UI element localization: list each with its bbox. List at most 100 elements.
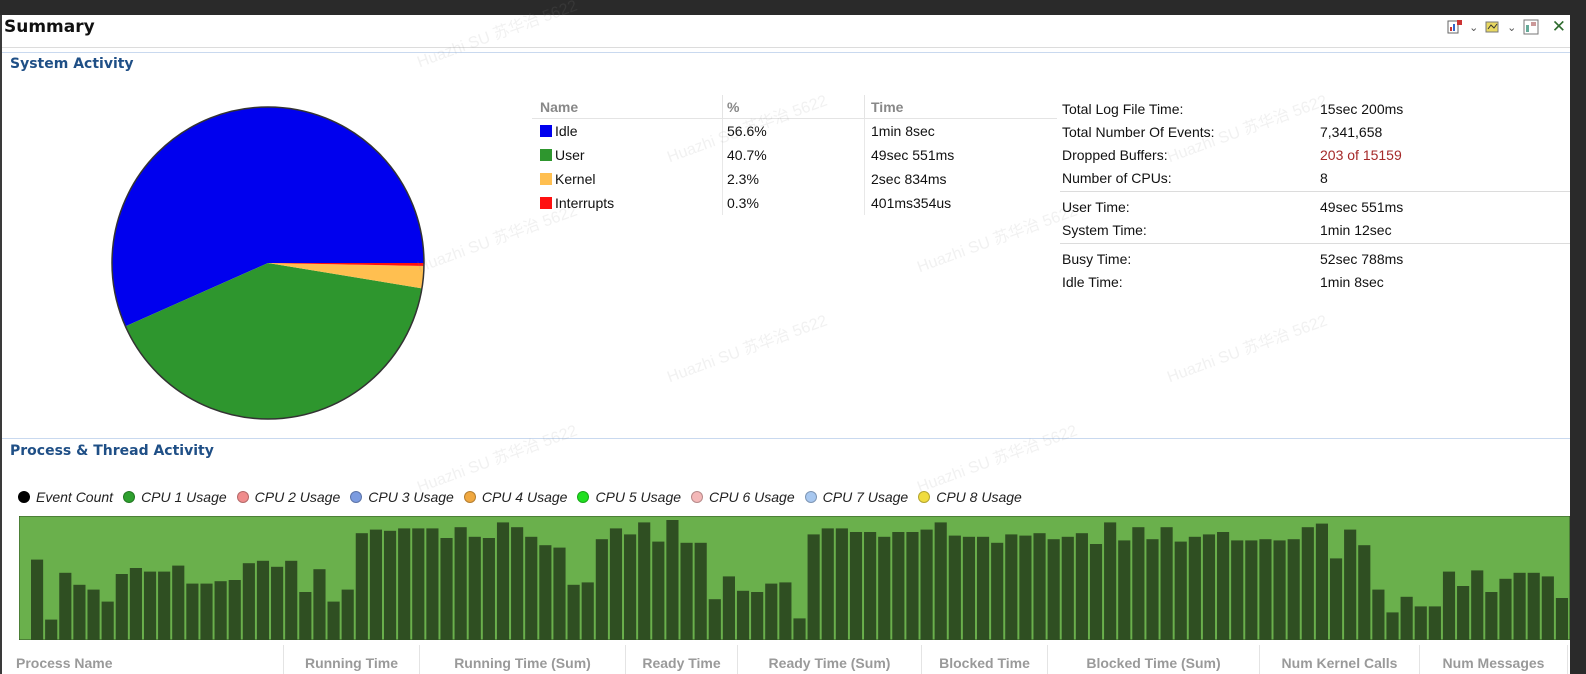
activity-bar[interactable] bbox=[1301, 527, 1314, 640]
series-legend-item[interactable]: CPU 6 Usage bbox=[691, 489, 795, 505]
activity-row[interactable]: Kernel 2.3% 2sec 834ms bbox=[532, 167, 1057, 191]
series-legend-item[interactable]: CPU 5 Usage bbox=[577, 489, 681, 505]
activity-bar[interactable] bbox=[1414, 606, 1427, 640]
activity-bar[interactable] bbox=[595, 539, 608, 640]
activity-bar[interactable] bbox=[172, 565, 185, 640]
activity-bar[interactable] bbox=[1019, 535, 1032, 640]
chart-options-icon[interactable] bbox=[1484, 18, 1502, 36]
activity-bar[interactable] bbox=[1428, 606, 1441, 640]
activity-bar[interactable] bbox=[751, 592, 764, 640]
activity-bar[interactable] bbox=[878, 536, 891, 640]
activity-bar[interactable] bbox=[920, 529, 933, 640]
activity-bar[interactable] bbox=[765, 583, 778, 640]
layout-icon[interactable] bbox=[1522, 18, 1540, 36]
activity-bar[interactable] bbox=[962, 536, 976, 640]
close-icon[interactable]: ✕ bbox=[1552, 17, 1566, 37]
activity-bar[interactable] bbox=[1485, 592, 1498, 640]
header-name[interactable]: Name bbox=[532, 99, 722, 115]
activity-bar[interactable] bbox=[115, 574, 128, 640]
activity-bar[interactable] bbox=[807, 534, 820, 640]
activity-bar[interactable] bbox=[1174, 541, 1187, 640]
series-legend-item[interactable]: Event Count bbox=[18, 489, 113, 505]
chart-options-dropdown-icon[interactable]: ⌄ bbox=[1506, 21, 1518, 34]
activity-bar[interactable] bbox=[186, 583, 199, 640]
activity-bar[interactable] bbox=[1513, 572, 1526, 640]
activity-bar[interactable] bbox=[31, 559, 44, 640]
activity-bar[interactable] bbox=[906, 532, 919, 640]
activity-bar[interactable] bbox=[609, 528, 623, 640]
activity-bar[interactable] bbox=[581, 582, 594, 640]
grid-column-header[interactable]: Process Name bbox=[2, 645, 284, 674]
activity-bar[interactable] bbox=[1217, 532, 1230, 640]
activity-bar[interactable] bbox=[482, 538, 495, 640]
activity-bar[interactable] bbox=[1245, 540, 1258, 640]
series-legend-item[interactable]: CPU 4 Usage bbox=[463, 489, 567, 505]
activity-bar[interactable] bbox=[228, 580, 241, 640]
activity-bar[interactable] bbox=[1442, 571, 1456, 640]
activity-bar[interactable] bbox=[1315, 523, 1328, 640]
grid-column-header[interactable]: Num Kernel Calls bbox=[1260, 645, 1420, 674]
grid-column-header[interactable]: Ready Time bbox=[626, 645, 738, 674]
activity-bar[interactable] bbox=[101, 601, 114, 640]
activity-bar[interactable] bbox=[1273, 540, 1286, 640]
activity-bar[interactable] bbox=[652, 541, 665, 640]
activity-bar[interactable] bbox=[1259, 539, 1272, 640]
activity-bar[interactable] bbox=[1499, 578, 1512, 640]
activity-bar[interactable] bbox=[638, 522, 651, 640]
series-legend-item[interactable]: CPU 3 Usage bbox=[350, 489, 454, 505]
activity-bar[interactable] bbox=[722, 576, 735, 640]
activity-bar[interactable] bbox=[1471, 570, 1484, 640]
activity-bar[interactable] bbox=[440, 538, 453, 640]
activity-bar[interactable] bbox=[511, 527, 524, 640]
activity-bar[interactable] bbox=[1118, 540, 1131, 640]
chart-export-icon[interactable] bbox=[1446, 18, 1464, 36]
activity-bar[interactable] bbox=[1358, 545, 1371, 640]
activity-bar[interactable] bbox=[313, 569, 326, 640]
activity-bar[interactable] bbox=[73, 584, 86, 640]
activity-bar[interactable] bbox=[1104, 522, 1117, 640]
activity-bar[interactable] bbox=[327, 601, 340, 640]
activity-bar[interactable] bbox=[1329, 558, 1343, 640]
activity-bar[interactable] bbox=[849, 532, 863, 640]
activity-bar[interactable] bbox=[45, 619, 58, 640]
header-pct[interactable]: % bbox=[722, 95, 864, 118]
activity-bar[interactable] bbox=[1344, 529, 1357, 640]
activity-bar[interactable] bbox=[991, 542, 1004, 640]
activity-bar[interactable] bbox=[666, 520, 679, 640]
activity-bar[interactable] bbox=[821, 528, 834, 640]
activity-bar[interactable] bbox=[398, 528, 411, 640]
activity-bar[interactable] bbox=[864, 532, 877, 640]
activity-bar[interactable] bbox=[793, 618, 806, 640]
grid-column-header[interactable]: Blocked Time bbox=[922, 645, 1048, 674]
activity-bar[interactable] bbox=[369, 529, 383, 640]
activity-bar[interactable] bbox=[129, 568, 142, 640]
activity-bar[interactable] bbox=[496, 522, 510, 640]
activity-bar[interactable] bbox=[271, 566, 284, 640]
activity-row[interactable]: Idle 56.6% 1min 8sec bbox=[532, 119, 1057, 143]
activity-bar[interactable] bbox=[158, 571, 171, 640]
activity-bar[interactable] bbox=[1188, 536, 1201, 640]
series-legend-item[interactable]: CPU 2 Usage bbox=[236, 489, 340, 505]
activity-bar[interactable] bbox=[214, 581, 227, 640]
activity-bar[interactable] bbox=[1005, 534, 1018, 640]
activity-bar[interactable] bbox=[1033, 533, 1046, 640]
activity-bar[interactable] bbox=[976, 536, 990, 640]
activity-bar[interactable] bbox=[1089, 544, 1103, 640]
activity-bar[interactable] bbox=[355, 533, 368, 640]
activity-bar[interactable] bbox=[200, 583, 213, 640]
activity-bar[interactable] bbox=[1047, 539, 1060, 640]
activity-bar[interactable] bbox=[1457, 586, 1470, 640]
activity-bar[interactable] bbox=[242, 563, 255, 640]
activity-bar[interactable] bbox=[1075, 533, 1088, 640]
activity-bar[interactable] bbox=[1386, 612, 1399, 640]
activity-row[interactable]: User 40.7% 49sec 551ms bbox=[532, 143, 1057, 167]
activity-bar[interactable] bbox=[299, 592, 312, 640]
activity-bar[interactable] bbox=[1132, 527, 1145, 640]
activity-bar[interactable] bbox=[1400, 596, 1413, 640]
activity-bar[interactable] bbox=[426, 528, 439, 640]
chart-export-dropdown-icon[interactable]: ⌄ bbox=[1468, 21, 1480, 34]
activity-bar[interactable] bbox=[835, 528, 848, 640]
activity-bar[interactable] bbox=[1202, 534, 1216, 640]
grid-column-header[interactable]: Blocked Time (Sum) bbox=[1048, 645, 1260, 674]
activity-bar[interactable] bbox=[553, 547, 566, 640]
